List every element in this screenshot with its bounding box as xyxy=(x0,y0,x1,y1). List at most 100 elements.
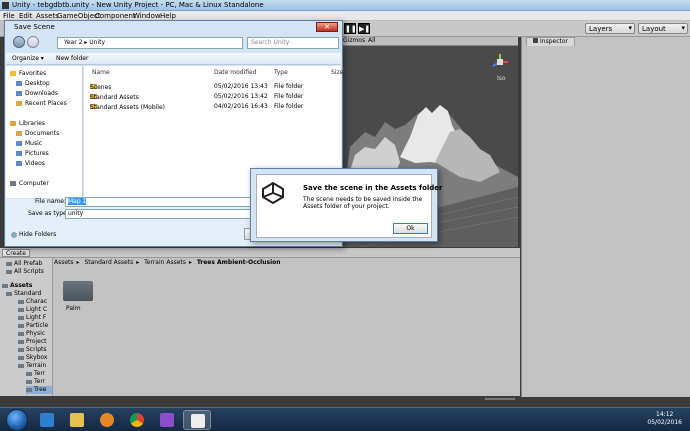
taskbar-ie[interactable] xyxy=(33,410,61,430)
tree-favorite-scripts[interactable]: All Scripts xyxy=(6,268,44,276)
project-panel xyxy=(0,248,520,396)
tree-item[interactable]: Terr xyxy=(26,378,45,386)
nav-favorites[interactable]: Favorites xyxy=(10,70,46,77)
nav-music[interactable]: Music xyxy=(16,140,42,147)
ok-button[interactable]: Ok xyxy=(393,223,428,234)
create-button[interactable]: Create xyxy=(2,249,30,257)
nav-computer[interactable]: Computer xyxy=(10,180,49,187)
filename-label: File name: xyxy=(35,198,66,205)
nav-recent[interactable]: Recent Places xyxy=(16,100,67,107)
palm-folder-icon[interactable] xyxy=(63,281,93,301)
search-all-field[interactable]: All xyxy=(368,37,375,44)
tree-item[interactable]: Scripts xyxy=(18,346,47,354)
chrome-icon xyxy=(130,413,144,427)
icon-size-slider[interactable] xyxy=(485,398,515,400)
folder-icon xyxy=(18,307,24,312)
menu-component[interactable]: Component xyxy=(95,12,136,20)
chevron-up-icon xyxy=(11,231,17,238)
pause-button[interactable]: ❚❚ xyxy=(344,23,357,34)
savetype-select[interactable]: unity xyxy=(65,209,255,219)
taskbar-media[interactable] xyxy=(93,410,121,430)
forward-button[interactable] xyxy=(27,36,39,48)
layers-dropdown[interactable]: Layers xyxy=(585,23,635,34)
folder-icon xyxy=(26,387,32,392)
alert-title: Save the scene in the Assets folder xyxy=(303,184,443,192)
tree-item[interactable]: Charac xyxy=(18,298,47,306)
address-bar[interactable]: Year 2 ▸ Unity xyxy=(57,37,243,49)
menu-window[interactable]: Window xyxy=(133,12,161,20)
column-type[interactable]: Type xyxy=(274,69,288,76)
menu-file[interactable]: File xyxy=(3,12,15,20)
tree-item[interactable]: Terr xyxy=(26,370,45,378)
scene-gizmo[interactable] xyxy=(490,52,510,72)
window-title: Unity - tebgdbtb.unity - New Unity Proje… xyxy=(12,1,264,9)
info-icon xyxy=(533,38,538,43)
inspector-panel: Inspector xyxy=(521,37,690,397)
breadcrumb-item[interactable]: Trees Ambient-Occlusion xyxy=(197,259,281,266)
computer-icon xyxy=(10,181,16,186)
nav-pictures[interactable]: Pictures xyxy=(16,150,49,157)
unity-app-icon xyxy=(2,2,9,9)
search-icon xyxy=(6,261,12,266)
star-icon xyxy=(10,71,16,76)
tree-item[interactable]: Skybox xyxy=(18,354,47,362)
gizmos-dropdown[interactable]: Gizmos xyxy=(343,37,365,44)
inspector-tab[interactable]: Inspector xyxy=(526,37,575,46)
nav-libraries[interactable]: Libraries xyxy=(10,120,45,127)
nav-videos[interactable]: Videos xyxy=(16,160,45,167)
layout-dropdown[interactable]: Layout xyxy=(638,23,688,34)
search-input[interactable]: Search Unity xyxy=(247,37,339,49)
file-row[interactable]: Standard Assets 05/02/2016 13:42 File fo… xyxy=(84,92,341,101)
tree-item[interactable]: Physic xyxy=(18,330,45,338)
folder-icon xyxy=(26,379,32,384)
taskbar-app[interactable] xyxy=(153,410,181,430)
column-date[interactable]: Date modified xyxy=(214,69,257,76)
hide-folders-button[interactable]: Hide Folders xyxy=(11,231,56,238)
file-row[interactable]: Scenes 05/02/2016 13:43 File folder xyxy=(84,82,341,91)
close-button[interactable]: ✕ xyxy=(316,22,338,32)
breadcrumb-item[interactable]: Terrain Assets xyxy=(144,259,186,266)
step-button[interactable]: ▶❚ xyxy=(358,23,370,34)
tree-item[interactable]: Light F xyxy=(18,314,46,322)
videos-icon xyxy=(16,161,22,166)
breadcrumb-item[interactable]: Assets xyxy=(54,259,74,266)
taskbar-unity[interactable] xyxy=(183,410,211,430)
menu-assets[interactable]: Assets xyxy=(36,12,59,20)
breadcrumb-item[interactable]: Standard Assets xyxy=(84,259,133,266)
menu-edit[interactable]: Edit xyxy=(19,12,33,20)
tree-assets[interactable]: Assets xyxy=(2,282,32,290)
tree-item[interactable]: Particle xyxy=(18,322,48,330)
new-folder-button[interactable]: New folder xyxy=(56,55,88,62)
taskbar-chrome[interactable] xyxy=(123,410,151,430)
tree-item-selected[interactable]: Tree xyxy=(26,386,52,394)
project-tree: All Prefab All Scripts Assets Standard C… xyxy=(0,258,53,396)
folder-icon xyxy=(18,331,24,336)
projection-label[interactable]: Iso xyxy=(497,75,506,82)
organize-button[interactable]: Organize ▾ xyxy=(12,55,44,62)
folder-icon xyxy=(18,339,24,344)
back-button[interactable] xyxy=(13,36,25,48)
scene-toolbar: Gizmos All xyxy=(340,37,518,46)
filename-input[interactable]: Map 1 xyxy=(65,197,255,207)
tree-item[interactable]: Project xyxy=(18,338,47,346)
start-button[interactable] xyxy=(6,409,28,431)
breadcrumb: Assets ▸ Standard Assets ▸ Terrain Assets ▸… xyxy=(54,259,281,266)
column-size[interactable]: Size xyxy=(331,69,343,76)
file-row[interactable]: Standard Assets (Mobile) 04/02/2016 16:4… xyxy=(84,102,341,111)
nav-downloads[interactable]: Downloads xyxy=(16,90,58,97)
column-name[interactable]: Name xyxy=(92,69,110,76)
navigation-pane: Favorites Desktop Downloads Recent Place… xyxy=(6,66,83,198)
folder-icon xyxy=(18,323,24,328)
menu-help[interactable]: Help xyxy=(160,12,176,20)
tree-item[interactable]: Terrain xyxy=(18,362,46,370)
nav-desktop[interactable]: Desktop xyxy=(16,80,50,87)
recent-places-icon xyxy=(16,101,22,106)
tree-item[interactable]: Light C xyxy=(18,306,47,314)
tree-standard[interactable]: Standard xyxy=(6,290,41,298)
libraries-icon xyxy=(10,121,16,126)
system-clock[interactable]: 14:12 05/02/2016 xyxy=(647,411,682,427)
taskbar-explorer[interactable] xyxy=(63,410,91,430)
folder-icon xyxy=(70,413,84,427)
tree-favorite-prefabs[interactable]: All Prefab xyxy=(6,260,42,268)
nav-documents[interactable]: Documents xyxy=(16,130,59,137)
